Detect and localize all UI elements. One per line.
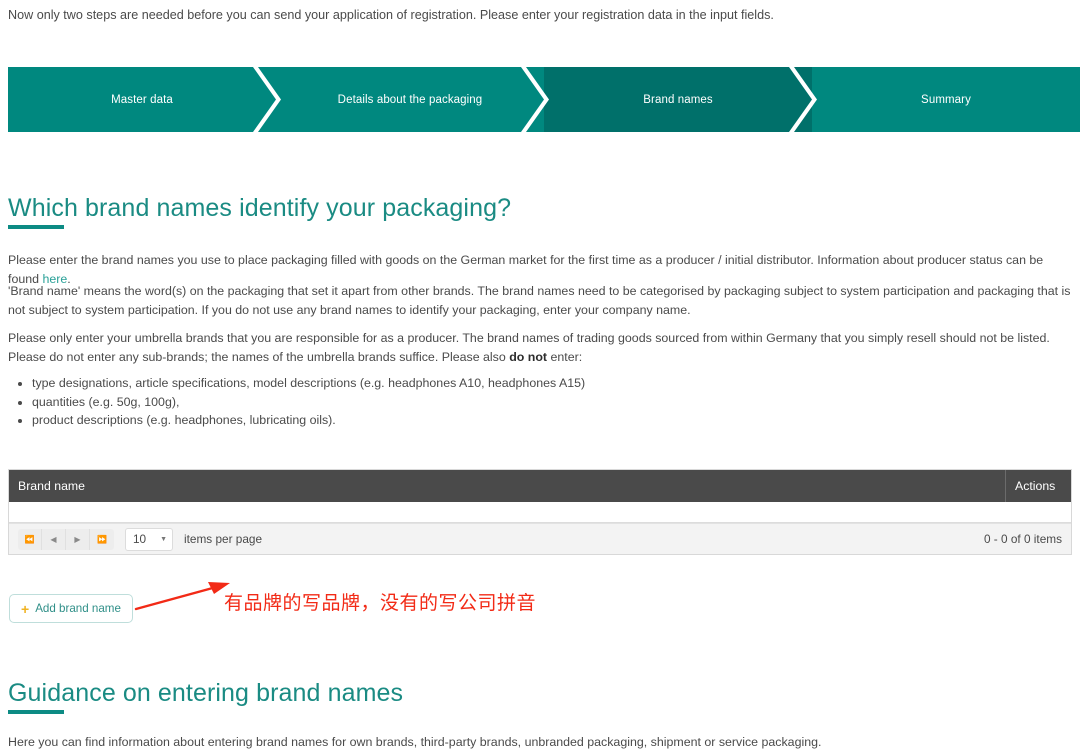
step-master-data[interactable]: Master data	[8, 67, 281, 132]
brand-names-table: Brand name Actions ⏪ ◀ ▶ ⏩ 10 ▼ items pe…	[8, 469, 1072, 555]
step-label: Brand names	[643, 93, 713, 106]
step-label: Summary	[921, 93, 971, 106]
annotation-arrow-icon	[134, 582, 230, 611]
guidance-title: Guidance on entering brand names	[8, 679, 404, 707]
chevron-down-icon: ▼	[160, 535, 167, 543]
add-brand-name-button[interactable]: + Add brand name	[9, 594, 133, 623]
add-brand-name-label: Add brand name	[35, 602, 121, 615]
first-page-icon[interactable]: ⏪	[18, 528, 42, 550]
paragraph-brand-name-definition: 'Brand name' means the word(s) on the pa…	[8, 284, 1071, 317]
intro-text: Now only two steps are needed before you…	[8, 8, 774, 22]
page-title-underline	[8, 225, 64, 229]
column-header-brand-name: Brand name	[18, 479, 85, 493]
plus-icon: +	[21, 600, 30, 617]
previous-page-icon[interactable]: ◀	[42, 528, 66, 550]
guidance-title-underline	[8, 710, 64, 714]
step-label: Master data	[111, 93, 173, 106]
list-item: product descriptions (e.g. headphones, l…	[32, 411, 585, 430]
page-size-select[interactable]: 10 ▼	[125, 527, 173, 551]
guidance-paragraph: Here you can find information about ente…	[8, 735, 822, 749]
last-page-icon[interactable]: ⏩	[90, 528, 114, 550]
page-title: Which brand names identify your packagin…	[8, 194, 512, 222]
page-size-label: items per page	[184, 532, 263, 546]
list-item: quantities (e.g. 50g, 100g),	[32, 393, 585, 412]
next-page-icon[interactable]: ▶	[66, 528, 90, 550]
step-label: Details about the packaging	[337, 93, 483, 106]
list-item: type designations, article specification…	[32, 374, 585, 393]
table-pager: ⏪ ◀ ▶ ⏩ 10 ▼ items per page 0 - 0 of 0 i…	[9, 523, 1071, 554]
step-details-about-the-packaging[interactable]: Details about the packaging	[276, 67, 549, 132]
pager-buttons: ⏪ ◀ ▶ ⏩	[18, 528, 114, 550]
do-not-emphasis: do not	[509, 350, 548, 364]
step-summary[interactable]: Summary	[812, 67, 1080, 132]
table-header-row: Brand name Actions	[9, 470, 1071, 502]
step-brand-names[interactable]: Brand names	[544, 67, 817, 132]
page-size-value: 10	[133, 532, 147, 546]
paragraph-umbrella-brands: Please only enter your umbrella brands t…	[8, 329, 1072, 367]
registration-stepper: Master data Details about the packaging …	[8, 67, 1080, 132]
paragraph-text-tail: enter:	[547, 350, 583, 364]
column-header-actions: Actions	[1005, 470, 1071, 502]
table-body-empty	[9, 502, 1071, 523]
registration-brand-names-page: Now only two steps are needed before you…	[0, 0, 1080, 749]
exclusion-list: type designations, article specification…	[8, 374, 585, 430]
pager-item-count: 0 - 0 of 0 items	[983, 532, 1062, 546]
annotation-text: 有品牌的写品牌，没有的写公司拼音	[224, 592, 537, 614]
